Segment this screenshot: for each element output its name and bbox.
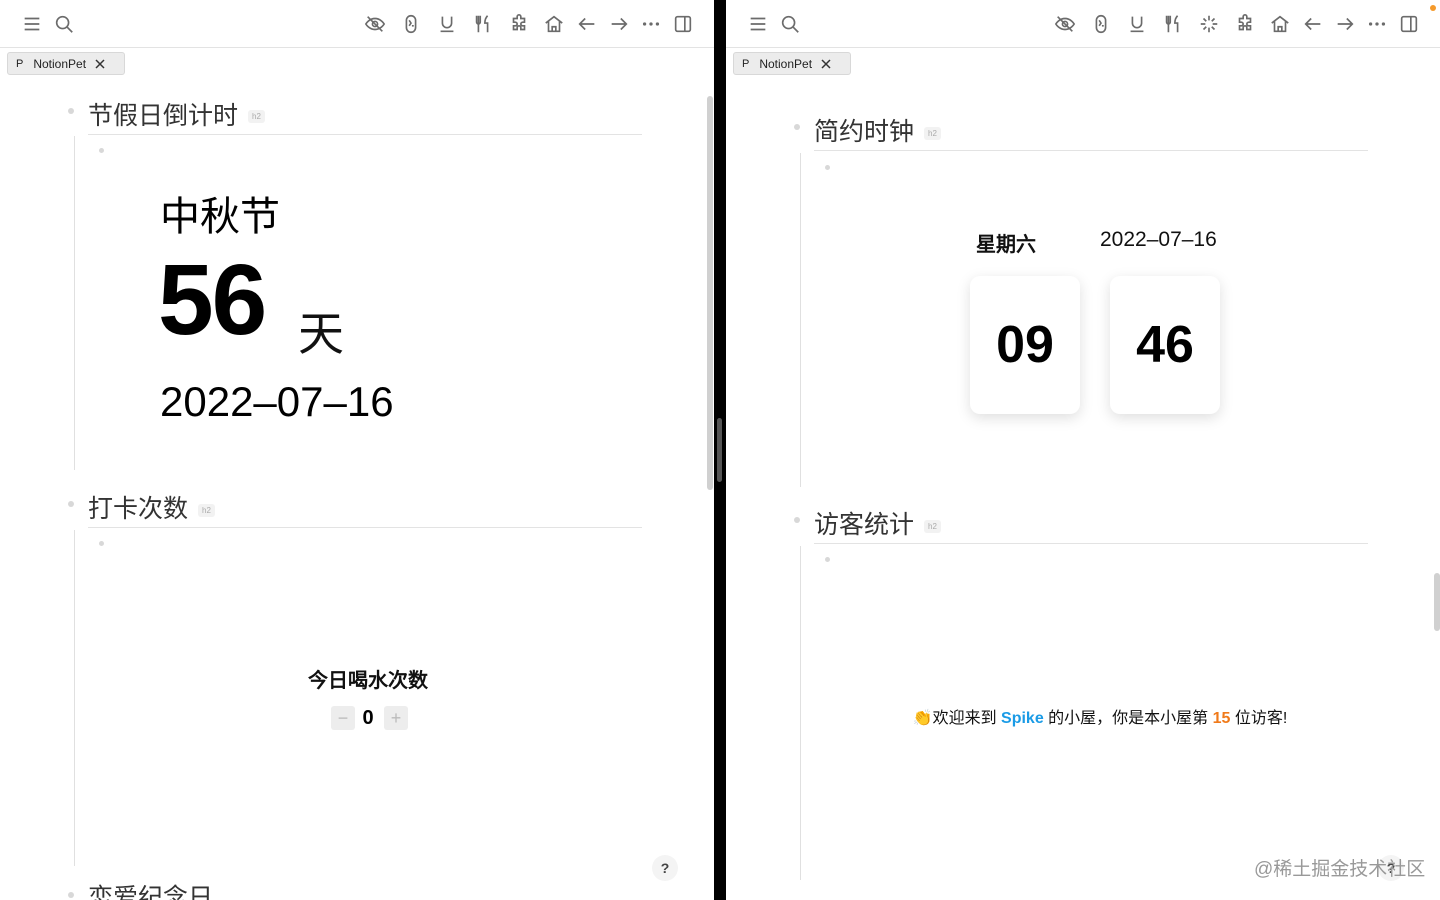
clapping-hands-icon: 👏 xyxy=(912,710,933,727)
arrow-right-icon[interactable] xyxy=(608,13,630,35)
visitor-message: 👏欢迎来到 Spike 的小屋，你是本小屋第 15 位访客! xyxy=(726,704,1440,728)
underline-icon[interactable] xyxy=(1126,13,1148,35)
scrollbar[interactable] xyxy=(1434,573,1440,631)
visitor-prefix: 欢迎来到 xyxy=(932,710,1002,727)
close-icon[interactable] xyxy=(820,58,832,70)
tab-notionpet[interactable]: P NotionPet xyxy=(733,52,851,75)
pane-resize-handle[interactable] xyxy=(717,418,722,482)
block-guide-line xyxy=(74,136,75,470)
tab-prefix: P xyxy=(742,57,750,70)
heading-level-badge: h2 xyxy=(198,504,215,517)
block-bullet[interactable] xyxy=(825,557,830,562)
arrow-right-icon[interactable] xyxy=(1334,13,1356,35)
more-icon[interactable] xyxy=(1366,13,1388,35)
sidebar-icon[interactable] xyxy=(1398,13,1420,35)
visitor-owner-name: Spike xyxy=(1001,710,1044,727)
home-icon[interactable] xyxy=(1269,13,1291,35)
left-pane: P NotionPet 节假日倒计时 h2 中秋节 56 天 2022–07–1… xyxy=(0,0,714,900)
heading-underline xyxy=(88,527,642,528)
home-icon[interactable] xyxy=(543,13,565,35)
clock-date: 2022–07–16 xyxy=(1100,228,1217,251)
eye-off-icon[interactable] xyxy=(364,13,386,35)
holiday-date: 2022–07–16 xyxy=(160,378,394,425)
tab-title: NotionPet xyxy=(759,56,813,71)
search-icon[interactable] xyxy=(53,13,75,35)
menu-icon[interactable] xyxy=(747,13,769,35)
close-icon[interactable] xyxy=(94,58,106,70)
arrow-left-icon[interactable] xyxy=(1302,13,1324,35)
heading-level-badge: h2 xyxy=(924,127,941,140)
block-bullet[interactable] xyxy=(794,124,800,130)
block-guide-line xyxy=(74,530,75,866)
heading-checkin[interactable]: 打卡次数 xyxy=(88,489,188,525)
increment-button[interactable]: + xyxy=(384,706,408,730)
command-icon[interactable] xyxy=(400,13,422,35)
holiday-name: 中秋节 xyxy=(160,195,280,239)
clock-minute-card: 46 xyxy=(1110,276,1220,414)
search-icon[interactable] xyxy=(779,13,801,35)
countdown-days: 56 xyxy=(158,244,267,356)
clock-weekday: 星期六 xyxy=(976,234,1036,256)
visitor-middle: 的小屋，你是本小屋第 xyxy=(1043,710,1213,727)
puzzle-icon[interactable] xyxy=(1234,13,1256,35)
sparkle-icon[interactable] xyxy=(1198,13,1220,35)
heading-underline xyxy=(814,543,1368,544)
block-bullet[interactable] xyxy=(68,108,74,114)
block-bullet[interactable] xyxy=(794,517,800,523)
puzzle-icon[interactable] xyxy=(508,13,530,35)
left-toolbar xyxy=(0,0,714,48)
visitor-count: 15 xyxy=(1212,710,1231,727)
block-bullet[interactable] xyxy=(99,148,104,153)
block-guide-line xyxy=(800,153,801,487)
heading-visitor[interactable]: 访客统计 xyxy=(814,505,914,541)
heading-love[interactable]: 恋爱纪念日 xyxy=(88,878,213,900)
eye-off-icon[interactable] xyxy=(1054,13,1076,35)
help-button[interactable]: ? xyxy=(652,855,678,881)
block-bullet[interactable] xyxy=(99,541,104,546)
more-icon[interactable] xyxy=(640,13,662,35)
tab-prefix: P xyxy=(16,57,24,70)
visitor-suffix: 位访客! xyxy=(1230,710,1288,727)
watermark: @稀土掘金技术社区 xyxy=(1254,859,1426,880)
scrollbar[interactable] xyxy=(707,96,713,490)
notification-dot xyxy=(1430,5,1436,11)
right-toolbar xyxy=(726,0,1440,48)
tab-title: NotionPet xyxy=(33,56,87,71)
tab-notionpet[interactable]: P NotionPet xyxy=(7,52,125,75)
utensils-icon[interactable] xyxy=(1162,13,1184,35)
block-bullet[interactable] xyxy=(825,165,830,170)
heading-underline xyxy=(814,150,1368,151)
right-pane: P NotionPet 简约时钟 h2 星期六 2022–07–16 09 46… xyxy=(726,0,1440,900)
block-bullet[interactable] xyxy=(68,501,74,507)
command-icon[interactable] xyxy=(1090,13,1112,35)
decrement-button[interactable]: − xyxy=(331,706,355,730)
water-counter-title: 今日喝水次数 xyxy=(308,670,428,692)
arrow-left-icon[interactable] xyxy=(576,13,598,35)
countdown-unit: 天 xyxy=(298,308,344,360)
heading-holiday[interactable]: 节假日倒计时 xyxy=(88,96,238,132)
underline-icon[interactable] xyxy=(436,13,458,35)
heading-clock[interactable]: 简约时钟 xyxy=(814,112,914,148)
water-counter-value: 0 xyxy=(362,707,374,729)
utensils-icon[interactable] xyxy=(472,13,494,35)
clock-hour-card: 09 xyxy=(970,276,1080,414)
heading-underline xyxy=(88,134,642,135)
menu-icon[interactable] xyxy=(21,13,43,35)
sidebar-icon[interactable] xyxy=(672,13,694,35)
heading-level-badge: h2 xyxy=(248,110,265,123)
block-bullet[interactable] xyxy=(68,892,74,898)
heading-level-badge: h2 xyxy=(924,520,941,533)
